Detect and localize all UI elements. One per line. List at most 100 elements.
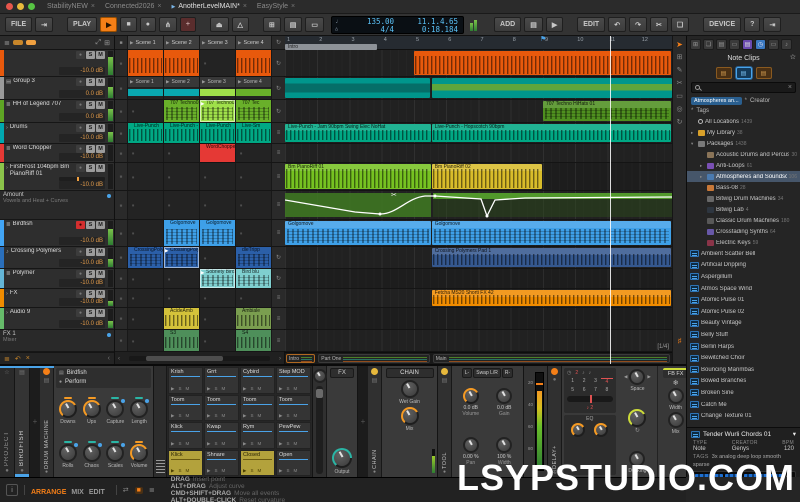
tab-close-icon[interactable]: × xyxy=(291,3,295,10)
solo-button[interactable]: S xyxy=(86,145,95,153)
punch-button[interactable]: ⏏ xyxy=(210,17,229,32)
launcher-clip[interactable]: Live-Sm xyxy=(236,123,271,143)
empty-clip-slot[interactable]: ■ xyxy=(236,289,272,307)
track-header[interactable]: ♪Crossing Polymers●SM-10.0 dB xyxy=(0,247,114,269)
arranger-track-lane[interactable] xyxy=(285,330,672,352)
drum-pad[interactable]: Toom▶SM xyxy=(168,395,203,422)
empty-clip-slot[interactable]: ■ xyxy=(164,191,200,219)
crossfade-pill-icon[interactable] xyxy=(26,40,36,45)
drum-pad[interactable]: Open▶SM xyxy=(276,450,311,477)
track-header[interactable]: ›FX●SM-10.0 dB xyxy=(0,289,114,308)
launcher-clip[interactable]: ▶Sobriety Birds xyxy=(200,269,235,288)
mute-button[interactable]: M xyxy=(96,221,105,229)
record-arm-button[interactable]: ● xyxy=(76,309,85,317)
empty-clip-slot[interactable]: ■ xyxy=(128,100,164,122)
browser-result[interactable]: Bewitched Choir xyxy=(687,352,800,364)
eraser-tool-icon[interactable]: ▭ xyxy=(676,90,683,103)
shuffle-icon[interactable]: ⇄ xyxy=(123,486,129,494)
macro-knob[interactable] xyxy=(83,444,101,462)
track-stop-button[interactable]: ■ xyxy=(115,289,128,307)
clip-slot[interactable]: 707 Techno01 xyxy=(164,100,200,122)
section-marker[interactable]: Intro xyxy=(286,354,315,363)
record-arm-button[interactable]: ● xyxy=(76,145,85,153)
scene-header[interactable]: ▶Scene 1 xyxy=(128,36,164,49)
launcher-clip[interactable]: ▶CrossingPoly2 xyxy=(164,247,199,268)
display-profile-button[interactable]: ▭ xyxy=(305,17,324,32)
eq-low-knob[interactable] xyxy=(571,423,585,437)
track-header[interactable]: ›Drums●SM-10.0 dB xyxy=(0,123,114,144)
time-selection-tool-icon[interactable]: ⊞ xyxy=(677,51,683,64)
clip-slot[interactable]: S4 xyxy=(236,330,272,351)
track-stop-button[interactable]: ■ xyxy=(115,50,128,76)
mute-button[interactable]: M xyxy=(96,124,105,132)
mute-button[interactable]: M xyxy=(96,270,105,278)
overdub-button[interactable]: + xyxy=(180,17,196,32)
launcher-clip[interactable]: Live-Punch xyxy=(200,123,235,143)
tab-close-icon[interactable]: × xyxy=(157,3,161,10)
pad-bank-knob[interactable] xyxy=(313,369,327,383)
chain-header-button[interactable]: CHAIN xyxy=(386,368,434,378)
browser-location[interactable]: Bitwig Drum Machines34 xyxy=(687,193,800,204)
launcher-clip[interactable] xyxy=(236,50,271,76)
clip-slot[interactable]: S3 xyxy=(164,330,200,351)
tool-channel-button[interactable]: L- xyxy=(462,368,472,378)
track-volume-value[interactable]: -10.0 dB xyxy=(59,298,105,306)
track-name[interactable]: Birdfish xyxy=(13,221,33,228)
macro-knob[interactable] xyxy=(106,444,124,462)
launcher-clip[interactable]: Live-Punch - In xyxy=(164,123,199,143)
group-clip-region[interactable] xyxy=(432,78,672,98)
tab-project[interactable]: ☆ PROJECT ● xyxy=(0,366,15,477)
track-list-menu-icon[interactable]: ≣ xyxy=(4,39,10,47)
mute-button[interactable]: M xyxy=(96,164,105,172)
group-scene-cell[interactable]: ▶Scene 3 xyxy=(200,77,236,99)
browser-modules-tab[interactable]: ▭ xyxy=(729,39,740,50)
cut-button[interactable]: ✂ xyxy=(650,17,668,32)
track-stop-button[interactable]: ■ xyxy=(115,247,128,268)
mute-button[interactable]: M xyxy=(96,145,105,153)
group-scene-cell[interactable]: ▶Scene 4 xyxy=(236,77,272,99)
clip-row-options[interactable]: ≡ xyxy=(272,123,285,143)
track-volume-value[interactable]: -10.0 dB xyxy=(59,320,105,328)
collapse-info-icon[interactable]: ▾ xyxy=(793,430,796,438)
macro-knob[interactable] xyxy=(59,400,77,418)
record-arm-button[interactable]: ● xyxy=(76,124,85,132)
delay-division[interactable]: 8 xyxy=(601,387,612,393)
minimize-window-button[interactable] xyxy=(17,3,24,10)
track-volume-value[interactable]: -10.0 dB xyxy=(59,134,105,142)
clip-slot[interactable]: Live-Punch xyxy=(200,123,236,143)
track-header[interactable]: ›FirstFrost 104bpm Bm PianoRiff 01●SM-10… xyxy=(0,163,114,191)
empty-clip-slot[interactable]: ■ xyxy=(200,308,236,329)
automation-write-button[interactable]: ⋔ xyxy=(159,17,177,32)
launcher-clip[interactable]: 707 Techno01 xyxy=(164,100,199,122)
delay-division[interactable]: 5 xyxy=(567,387,578,393)
play-button[interactable]: ▶ xyxy=(100,17,117,32)
arranger-clip[interactable]: Live-Punch - Jam 90bpm Swing Elec NoHat xyxy=(285,124,431,142)
empty-clip-slot[interactable]: ■ xyxy=(128,289,164,307)
track-stop-button[interactable]: ■ xyxy=(115,123,128,143)
browser-result[interactable]: Atmos Space Wind xyxy=(687,283,800,295)
browser-location[interactable]: ▸My Library38 xyxy=(687,127,800,138)
window-tab[interactable]: EasyStyle× xyxy=(257,3,295,10)
browser-clips-tab[interactable]: ◷ xyxy=(755,39,766,50)
clip-row-options[interactable]: ↻ xyxy=(272,77,285,99)
track-volume-value[interactable]: -10.0 dB xyxy=(59,279,105,287)
delay-division[interactable]: 4 xyxy=(601,378,612,385)
clip-row-options[interactable]: ≡ xyxy=(272,308,285,329)
arranger-clip[interactable]: Bm PianoRiff 02 xyxy=(432,164,542,189)
track-name[interactable]: HH of Legend 707 xyxy=(13,101,62,108)
browser-result[interactable]: Belly Stuff xyxy=(687,329,800,341)
view-switch[interactable]: EDIT xyxy=(89,489,105,496)
remove-lane-icon[interactable]: × xyxy=(26,355,30,362)
empty-clip-slot[interactable]: ■ xyxy=(200,247,236,268)
pad-scrollbar[interactable] xyxy=(316,386,323,474)
track-header[interactable]: ≣Birdfish●SM-10.0 dB xyxy=(0,220,114,247)
filter-note-clips-icon[interactable]: ▤ xyxy=(736,67,752,79)
io-pill-icon[interactable] xyxy=(13,40,23,45)
macro-knob[interactable] xyxy=(130,444,148,462)
add-device-button[interactable]: + xyxy=(358,366,368,477)
track-name[interactable]: Crossing Polymers xyxy=(11,248,61,255)
solo-button[interactable]: S xyxy=(86,51,95,59)
record-arm-button[interactable]: ● xyxy=(76,164,85,172)
browser-search-input[interactable]: × xyxy=(691,82,796,93)
browser-result[interactable]: Atomic Pulse 02 xyxy=(687,306,800,318)
